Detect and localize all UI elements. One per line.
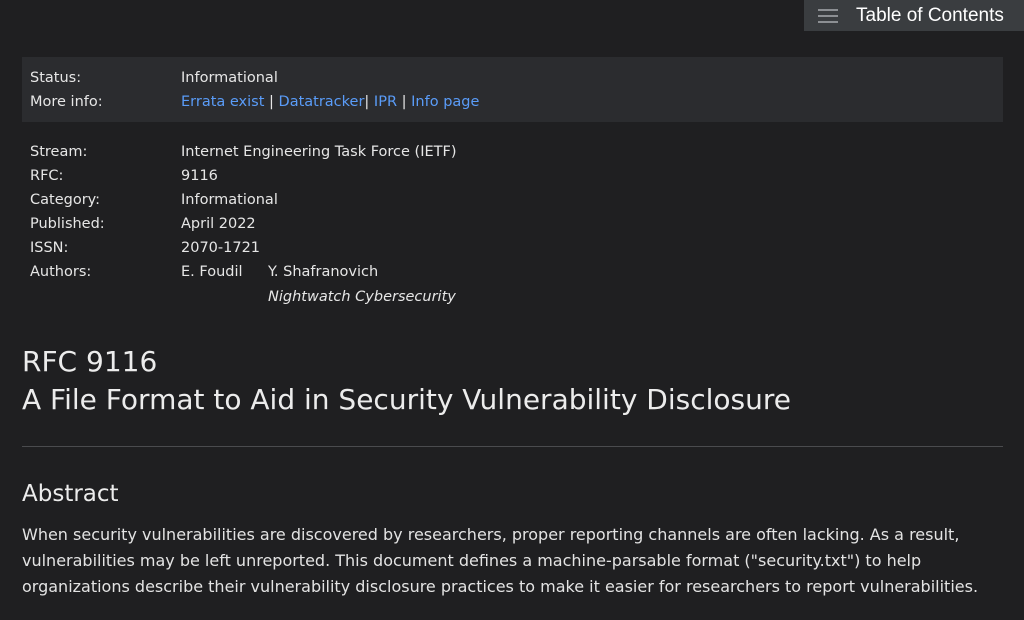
- rfc-label: RFC:: [30, 168, 64, 184]
- abstract-heading: Abstract: [22, 481, 119, 507]
- published-label: Published:: [30, 216, 105, 232]
- info-page-link[interactable]: Info page: [411, 94, 479, 110]
- more-info-links: Errata exist | Datatracker| IPR | Info p…: [181, 90, 479, 114]
- hamburger-menu-icon: [818, 8, 838, 23]
- datatracker-link[interactable]: Datatracker: [279, 94, 365, 110]
- stream-label: Stream:: [30, 144, 88, 160]
- link-separator: |: [401, 94, 407, 110]
- category-label: Category:: [30, 192, 101, 208]
- more-info-label: More info:: [30, 94, 103, 110]
- stream-value: Internet Engineering Task Force (IETF): [181, 144, 457, 160]
- status-label: Status:: [30, 70, 82, 86]
- errata-link[interactable]: Errata exist: [181, 94, 264, 110]
- abstract-text: When security vulnerabilities are discov…: [22, 525, 979, 596]
- authors-label: Authors:: [30, 264, 92, 280]
- document-title: RFC 9116 A File Format to Aid in Securit…: [22, 343, 791, 419]
- author-2: Y. Shafranovich: [268, 264, 379, 280]
- author-2-organization: Nightwatch Cybersecurity: [268, 289, 456, 305]
- rfc-number-heading: RFC 9116: [22, 345, 158, 378]
- link-separator: |: [269, 94, 274, 110]
- toc-label: Table of Contents: [856, 4, 1004, 26]
- status-info-box: Status: Informational More info: Errata …: [22, 57, 1003, 122]
- author-1: E. Foudil: [181, 264, 243, 280]
- rfc-number-link[interactable]: 9116: [181, 164, 218, 188]
- status-value: Informational: [181, 70, 278, 86]
- ipr-link[interactable]: IPR: [374, 94, 397, 110]
- link-separator: |: [364, 94, 370, 110]
- issn-value: 2070-1721: [181, 240, 261, 256]
- table-of-contents-button[interactable]: Table of Contents: [804, 0, 1024, 31]
- rfc-page: Table of Contents Status: Informational …: [0, 0, 1024, 620]
- divider: [22, 446, 1003, 447]
- issn-label: ISSN:: [30, 240, 69, 256]
- category-value: Informational: [181, 192, 278, 208]
- published-value: April 2022: [181, 216, 256, 232]
- rfc-title-heading: A File Format to Aid in Security Vulnera…: [22, 383, 791, 416]
